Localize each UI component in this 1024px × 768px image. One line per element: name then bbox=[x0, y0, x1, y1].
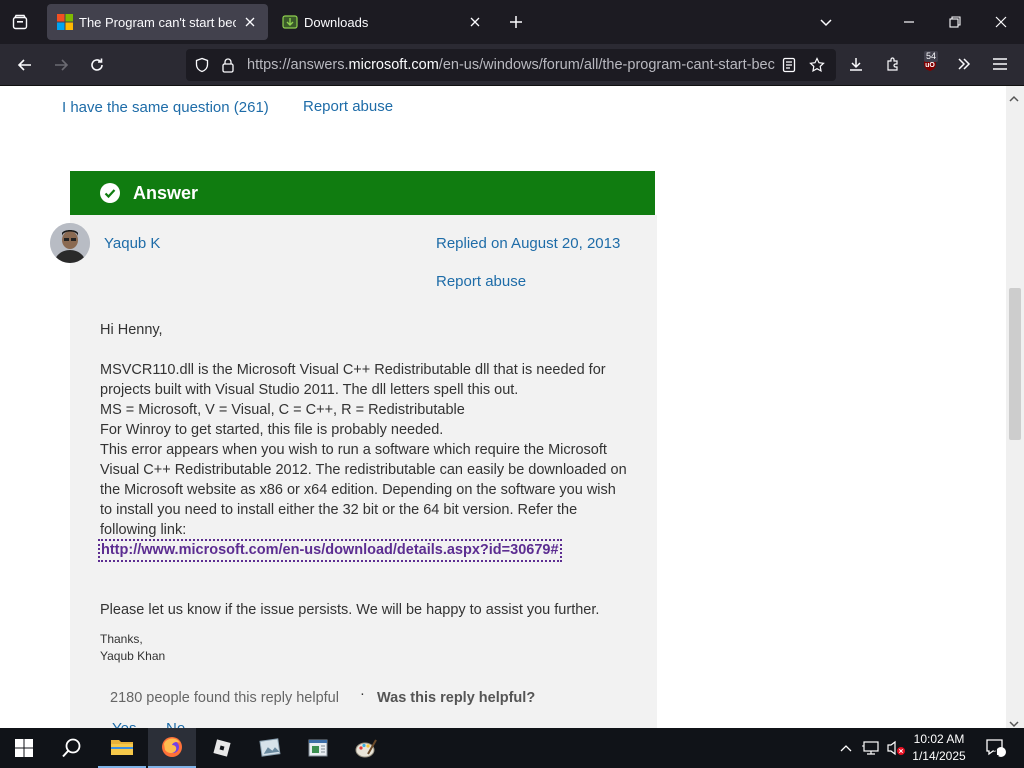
url-path: /en-us/windows/forum/all/the-program-can… bbox=[438, 57, 775, 73]
paragraph-text: MSVCR110.dll is the Microsoft Visual C++… bbox=[100, 362, 606, 398]
close-tab-icon[interactable] bbox=[242, 14, 258, 30]
close-tab-icon[interactable] bbox=[467, 14, 483, 30]
reload-icon[interactable] bbox=[82, 50, 112, 80]
signature-text: Yaqub Khan bbox=[100, 649, 166, 663]
tab-title: Downloads bbox=[304, 14, 369, 30]
tab-title: The Program can't start because bbox=[79, 14, 236, 30]
extension-badge: 54 bbox=[924, 51, 939, 62]
separator-dot: · bbox=[360, 686, 365, 702]
helpful-count: 2180 people found this reply helpful bbox=[110, 690, 339, 706]
page-content: I have the same question (261) Report ab… bbox=[0, 86, 1024, 728]
answer-header: Answer bbox=[70, 171, 655, 215]
yes-button[interactable]: Yes bbox=[112, 720, 136, 728]
scrollbar-thumb[interactable] bbox=[1009, 288, 1021, 440]
author-name-link[interactable]: Yaqub K bbox=[104, 235, 160, 252]
definition-line: MS = Microsoft, V = Visual, C = C++, R =… bbox=[100, 402, 465, 418]
tracking-protection-shield-icon[interactable] bbox=[192, 55, 212, 75]
new-tab-icon[interactable] bbox=[502, 8, 530, 36]
svg-text:uO: uO bbox=[925, 62, 935, 69]
paint-app-icon[interactable] bbox=[342, 728, 390, 768]
bookmark-star-icon[interactable] bbox=[807, 55, 827, 75]
tab-downloads[interactable]: Downloads bbox=[272, 4, 493, 40]
answer-heading: Answer bbox=[133, 183, 199, 203]
restore-icon[interactable] bbox=[936, 6, 974, 38]
download-link[interactable]: http://www.microsoft.com/en-us/download/… bbox=[98, 539, 562, 562]
same-question-button[interactable]: I have the same question (261) bbox=[62, 99, 269, 116]
reader-view-icon[interactable] bbox=[779, 55, 799, 75]
notepad-app-icon[interactable] bbox=[294, 728, 342, 768]
downloads-icon bbox=[282, 14, 298, 30]
hamburger-menu-icon[interactable] bbox=[986, 50, 1014, 78]
url-bar[interactable]: https://answers.microsoft.com/en-us/wind… bbox=[186, 49, 836, 81]
minimize-icon[interactable] bbox=[890, 6, 928, 38]
list-all-tabs-icon[interactable] bbox=[812, 8, 840, 36]
firefox-taskbar-icon[interactable] bbox=[148, 728, 196, 768]
avatar[interactable] bbox=[50, 223, 90, 263]
start-windows-icon[interactable] bbox=[0, 728, 48, 768]
windows-taskbar: 10:02 AM 1/14/2025 1 bbox=[0, 728, 1024, 768]
roblox-icon[interactable] bbox=[198, 728, 246, 768]
winroy-line: For Winroy to get started, this file is … bbox=[100, 422, 444, 438]
report-abuse-link[interactable]: Report abuse bbox=[436, 273, 526, 290]
volume-muted-icon[interactable] bbox=[884, 728, 908, 768]
url-prefix: https://answers. bbox=[247, 57, 349, 73]
clock-time[interactable]: 10:02 AM bbox=[906, 732, 972, 746]
tab-program-cant-start[interactable]: The Program can't start because bbox=[47, 4, 268, 40]
network-icon[interactable] bbox=[860, 728, 882, 768]
firefox-view-icon[interactable] bbox=[6, 8, 34, 36]
thanks-text: Thanks, bbox=[100, 632, 143, 646]
replied-date[interactable]: Replied on August 20, 2013 bbox=[436, 235, 620, 252]
show-hidden-icons-chevron-icon[interactable] bbox=[836, 728, 856, 768]
scroll-up-icon[interactable] bbox=[1008, 90, 1020, 108]
scroll-down-icon[interactable] bbox=[1008, 715, 1020, 728]
downloads-toolbar-icon[interactable] bbox=[842, 50, 870, 78]
back-icon[interactable] bbox=[10, 50, 40, 80]
forward-icon[interactable] bbox=[46, 50, 76, 80]
notification-count: 1 bbox=[993, 748, 999, 759]
tab-bar: The Program can't start because Download… bbox=[0, 0, 1024, 44]
microsoft-logo-icon bbox=[57, 14, 73, 30]
report-abuse-link-top[interactable]: Report abuse bbox=[303, 98, 393, 115]
scrollbar-track[interactable] bbox=[1006, 86, 1024, 728]
url-domain: microsoft.com bbox=[348, 57, 439, 73]
extensions-puzzle-icon[interactable] bbox=[879, 50, 907, 78]
search-icon[interactable] bbox=[48, 728, 96, 768]
paragraph2-text: This error appears when you wish to run … bbox=[100, 442, 627, 538]
lock-icon[interactable] bbox=[218, 55, 238, 75]
photos-app-icon[interactable] bbox=[246, 728, 294, 768]
greeting-text: Hi Henny, bbox=[100, 322, 163, 338]
file-explorer-icon[interactable] bbox=[98, 728, 146, 768]
no-button[interactable]: No bbox=[166, 720, 185, 728]
checkmark-circle-icon bbox=[100, 183, 120, 208]
was-helpful-prompt: Was this reply helpful? bbox=[377, 690, 536, 706]
close-window-icon[interactable] bbox=[982, 6, 1020, 38]
url-text[interactable]: https://answers.microsoft.com/en-us/wind… bbox=[247, 57, 775, 73]
closing-text: Please let us know if the issue persists… bbox=[100, 602, 600, 618]
clock-date[interactable]: 1/14/2025 bbox=[906, 749, 972, 763]
more-tools-chevron-icon[interactable] bbox=[950, 50, 978, 78]
